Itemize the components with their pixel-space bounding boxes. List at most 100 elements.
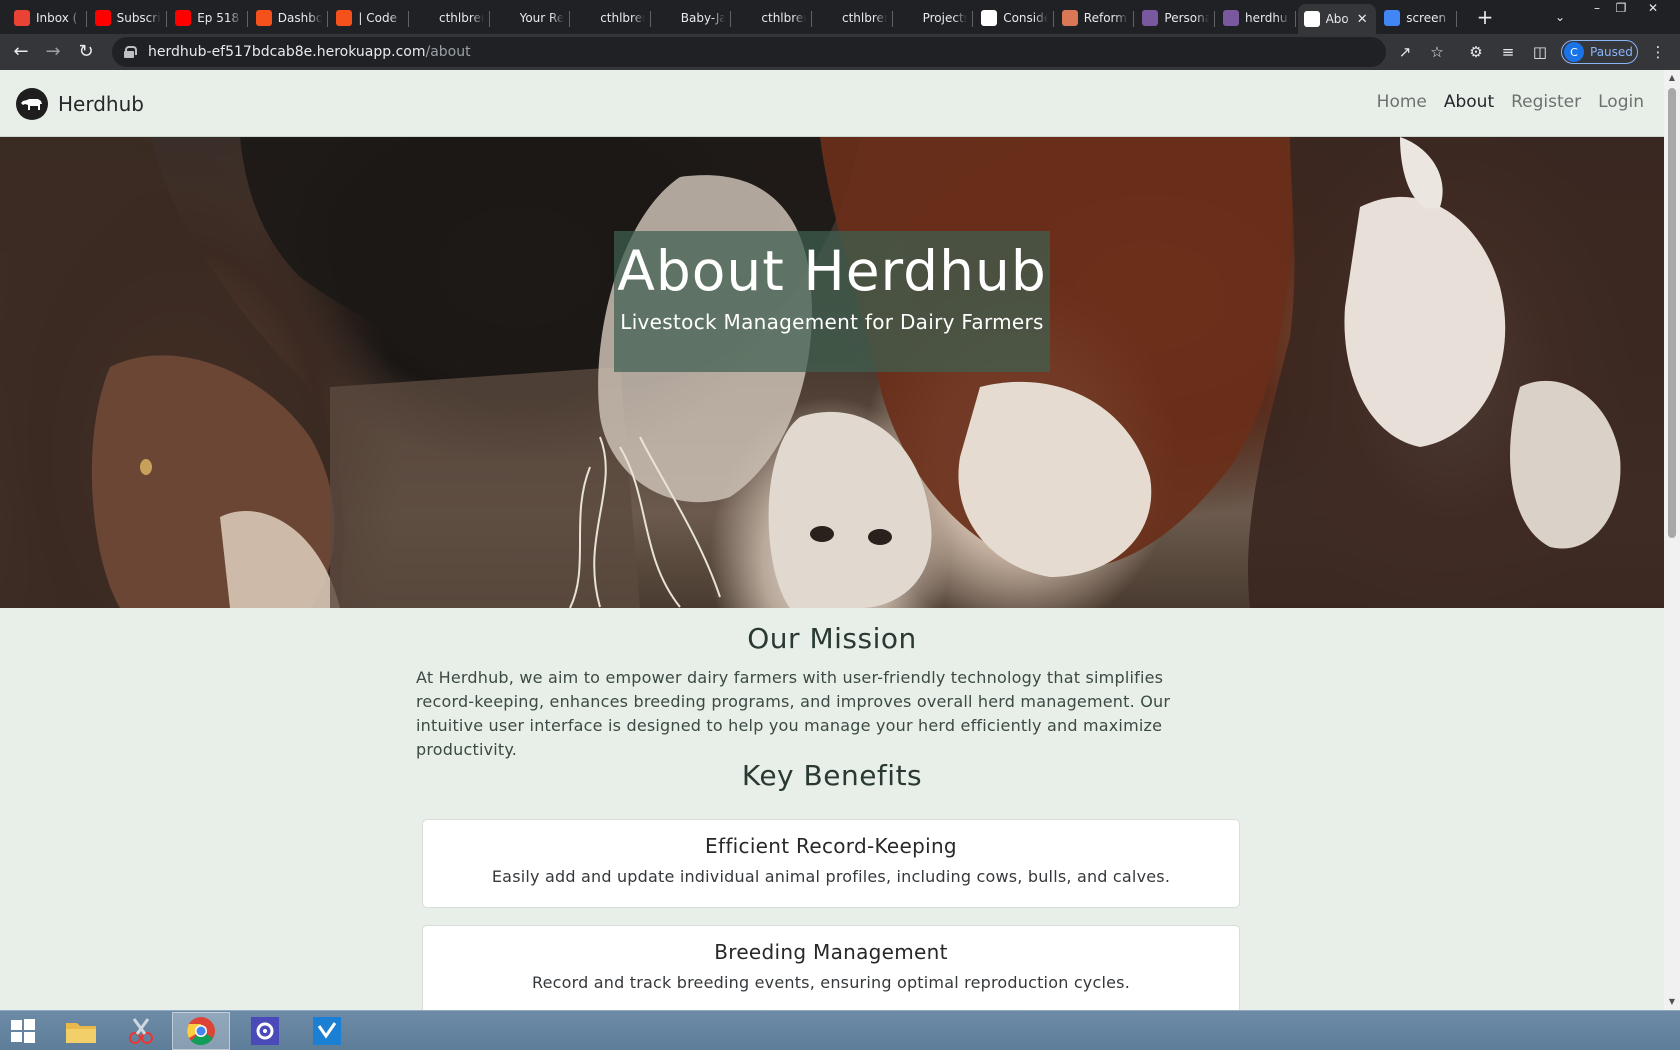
cow-logo-icon (16, 88, 48, 120)
avatar: C (1564, 42, 1584, 62)
site-nav-links: Home About Register Login (1377, 92, 1644, 112)
url-host: herdhub-ef517bdcab8e.herokuapp.com (148, 44, 426, 60)
tab-title: Your Re (519, 11, 565, 25)
reading-list-icon[interactable]: ≡ (1498, 42, 1518, 62)
benefit-title: Breeding Management (714, 940, 948, 964)
tab-item[interactable]: herdhu (1217, 4, 1296, 32)
tab-title: cthlbrer (761, 11, 806, 25)
github-icon (739, 10, 756, 26)
sparkle-icon (1061, 10, 1078, 26)
forward-icon[interactable]: → (41, 40, 65, 64)
tab-title: | Code (358, 11, 397, 25)
share-icon[interactable]: ↗ (1395, 42, 1415, 62)
github-icon (578, 10, 595, 26)
tab-active[interactable]: Abo ✕ (1297, 4, 1377, 34)
openai-icon (981, 10, 998, 26)
hero-title: About Herdhub (617, 239, 1047, 303)
tab-item[interactable]: Your Re (492, 4, 571, 32)
restore-icon[interactable]: ❐ (1608, 0, 1634, 18)
brand-name: Herdhub (58, 92, 144, 116)
github-icon (417, 10, 433, 26)
tab-title: cthlbrer (842, 11, 887, 25)
tab-item[interactable]: Persona (1136, 4, 1215, 32)
tab-item[interactable]: Conside (975, 4, 1054, 32)
tab-item[interactable]: Subscri (89, 4, 168, 32)
github-icon (497, 10, 514, 26)
tab-item[interactable]: screen (1378, 4, 1457, 32)
start-icon[interactable] (0, 1012, 46, 1050)
menu-dots-icon[interactable]: ⋮ (1648, 42, 1668, 62)
page-scrollbar[interactable]: ▲ ▼ (1664, 70, 1680, 1010)
tab-search-button[interactable]: ⌄ (1548, 6, 1572, 28)
tab-item[interactable]: Inbox ( (8, 4, 87, 32)
profile-status: Paused (1590, 45, 1633, 59)
benefit-title: Efficient Record-Keeping (705, 834, 957, 858)
site-navbar: Herdhub Home About Register Login (0, 70, 1664, 137)
tab-item[interactable]: Baby-Ja (653, 4, 732, 32)
tab-item[interactable]: cthlbrer (411, 4, 490, 32)
tab-title: Conside (1003, 11, 1048, 25)
back-icon[interactable]: ← (9, 40, 33, 64)
scroll-down-icon[interactable]: ▼ (1664, 994, 1680, 1010)
chrome-icon[interactable] (172, 1012, 230, 1050)
heroku-icon (1142, 10, 1159, 26)
brand-link[interactable]: Herdhub (16, 88, 144, 120)
tab-item[interactable]: | Code (330, 4, 409, 32)
snipping-tool-icon[interactable] (112, 1012, 170, 1050)
windows-taskbar (0, 1010, 1680, 1050)
tab-title: screen (1406, 11, 1447, 25)
address-bar[interactable]: herdhub-ef517bdcab8e.herokuapp.com/about (112, 37, 1386, 67)
url-path: /about (425, 44, 471, 60)
browser-toolbar: ← → ↻ herdhub-ef517bdcab8e.herokuapp.com… (0, 34, 1680, 70)
reload-icon[interactable]: ↻ (74, 40, 98, 64)
nav-login-link[interactable]: Login (1598, 92, 1644, 112)
github-icon (900, 10, 917, 26)
settings-icon[interactable] (236, 1012, 294, 1050)
mission-text: At Herdhub, we aim to empower dairy farm… (416, 668, 1171, 759)
nav-register-link[interactable]: Register (1511, 92, 1581, 112)
cattle-photo (0, 137, 1664, 608)
lock-icon (124, 46, 137, 58)
tab-title: Persona (1164, 11, 1209, 25)
vscode-icon[interactable] (298, 1012, 356, 1050)
nav-home-link[interactable]: Home (1377, 92, 1427, 112)
close-tab-icon[interactable]: ✕ (1354, 12, 1370, 27)
close-window-icon[interactable]: ✕ (1640, 0, 1666, 18)
new-tab-button[interactable]: + (1473, 6, 1497, 30)
tab-item[interactable]: Ep 518 (169, 4, 248, 32)
tab-title: Reform (1083, 11, 1127, 25)
scrollbar-thumb[interactable] (1668, 88, 1676, 538)
profile-button[interactable]: C Paused (1561, 40, 1638, 64)
tab-title: Inbox ( (36, 11, 78, 25)
tab-item[interactable]: cthlbrer (572, 4, 651, 32)
circle-icon (255, 10, 272, 26)
tab-title: cthlbrer (439, 11, 484, 25)
benefit-text: Record and track breeding events, ensuri… (532, 973, 1130, 992)
tab-item[interactable]: cthlbrer (814, 4, 893, 32)
tab-title: herdhu (1245, 11, 1288, 25)
tab-title: Abo (1325, 12, 1349, 26)
nav-about-link[interactable]: About (1444, 92, 1494, 112)
file-explorer-icon[interactable] (52, 1012, 110, 1050)
hero-subtitle: Livestock Management for Dairy Farmers (620, 310, 1044, 334)
side-panel-icon[interactable]: ◫ (1530, 42, 1550, 62)
tab-item[interactable]: Reform (1056, 4, 1135, 32)
benefit-text: Easily add and update individual animal … (491, 867, 1171, 886)
benefit-card: Efficient Record-Keeping Easily add and … (422, 819, 1240, 908)
heroku-icon (1223, 10, 1239, 26)
tab-title: Baby-Ja (680, 11, 726, 25)
hero-caption: About Herdhub Livestock Management for D… (614, 231, 1050, 372)
scroll-up-icon[interactable]: ▲ (1664, 70, 1680, 86)
herdhub-icon (1303, 11, 1320, 27)
tab-item[interactable]: cthlbrer (733, 4, 812, 32)
extensions-icon[interactable]: ⚙ (1466, 42, 1486, 62)
tab-title: Subscri (116, 11, 161, 25)
minimize-icon[interactable]: – (1584, 0, 1610, 18)
bookmark-star-icon[interactable]: ☆ (1427, 42, 1447, 62)
tab-item[interactable]: Projects (895, 4, 974, 32)
circle-icon (336, 10, 353, 26)
tab-item[interactable]: Dashbo (250, 4, 329, 32)
youtube-icon (175, 10, 192, 26)
benefits-heading: Key Benefits (741, 759, 923, 792)
tab-title: cthlbrer (600, 11, 645, 25)
